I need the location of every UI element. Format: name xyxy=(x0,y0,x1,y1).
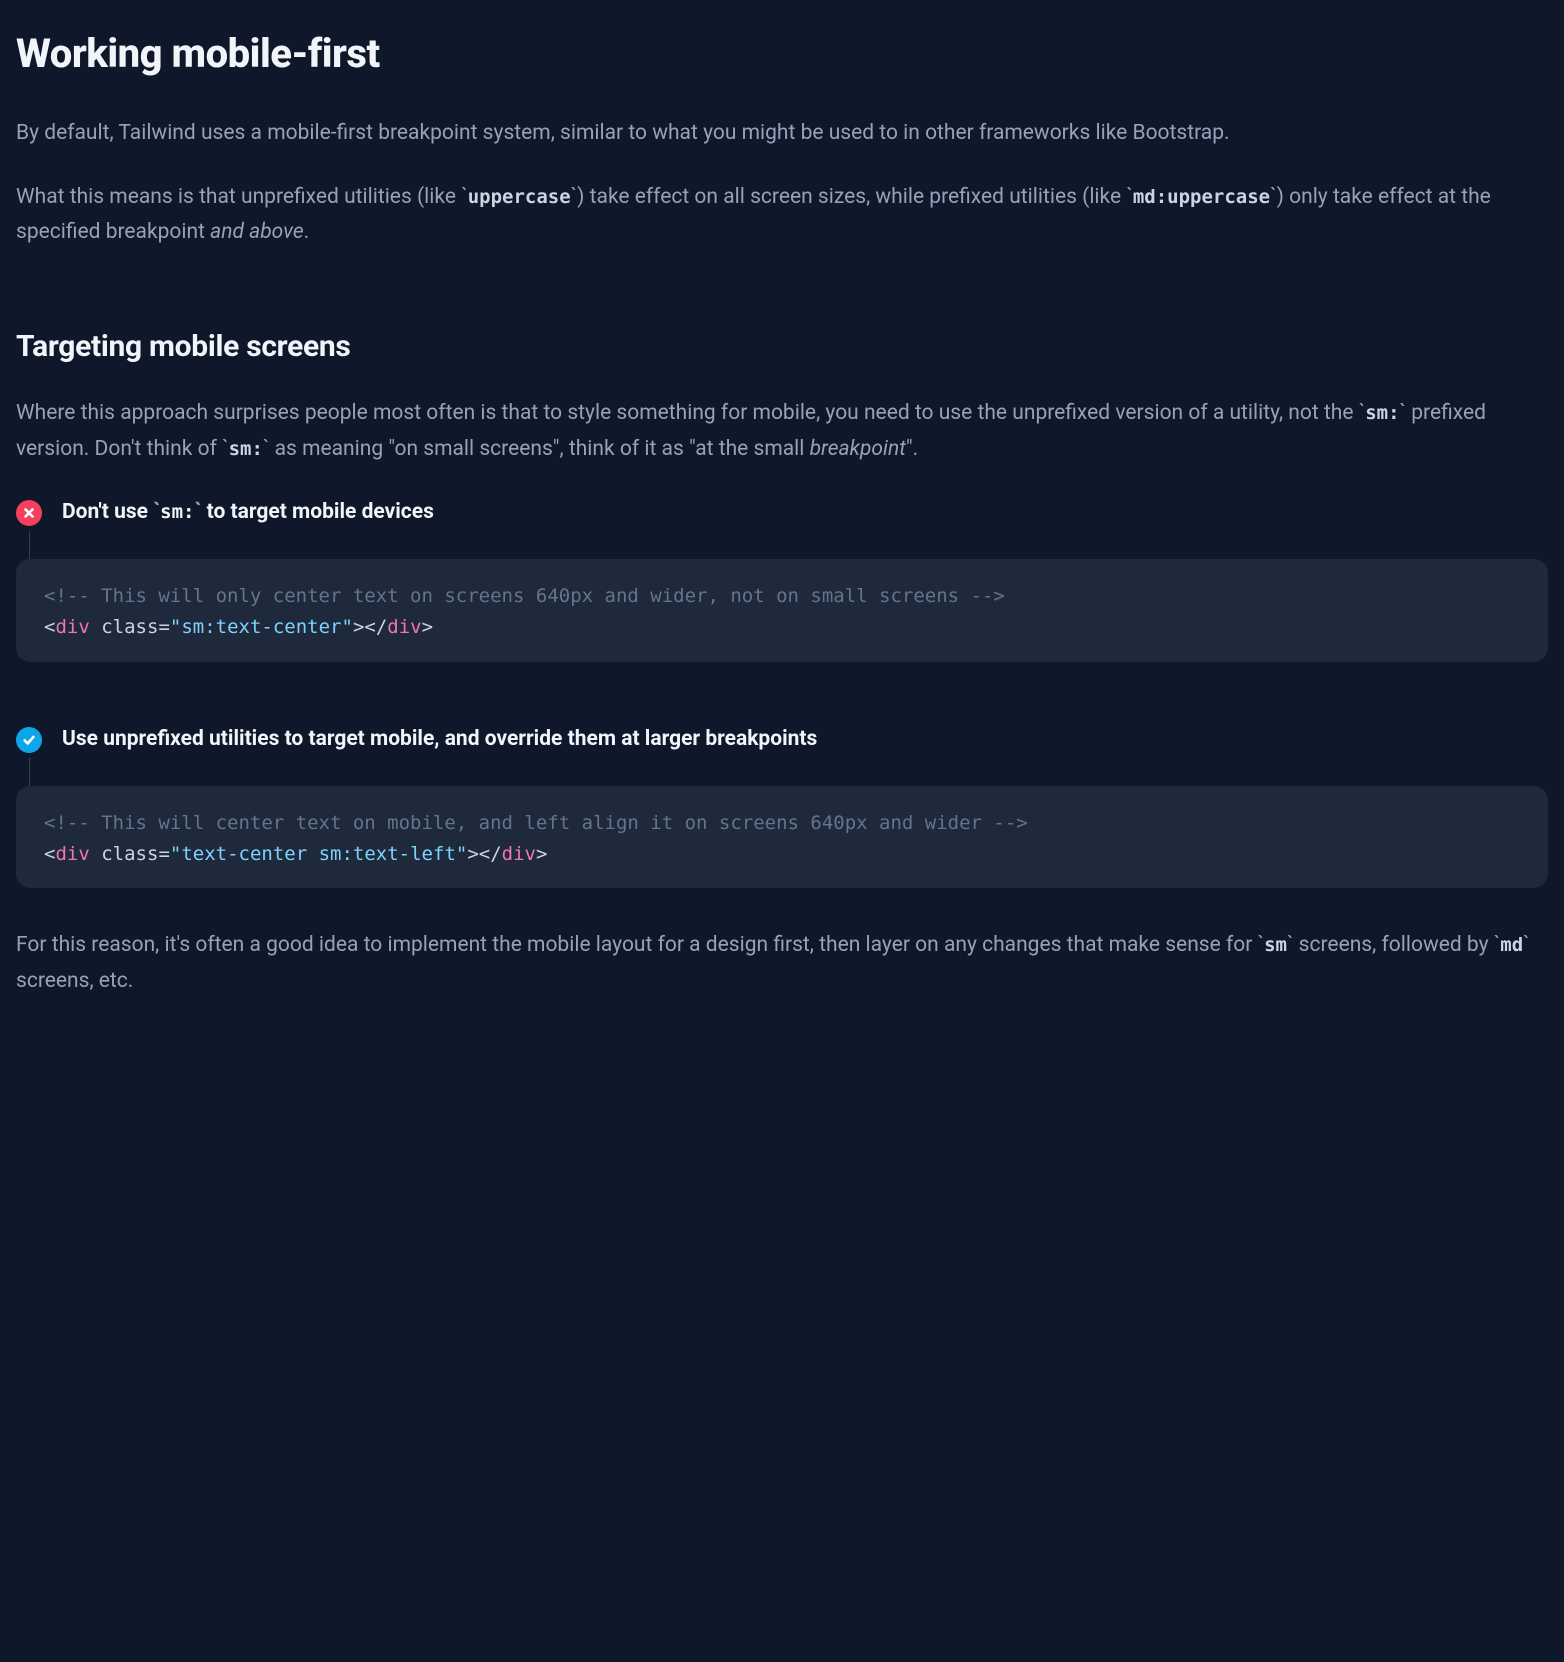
intro-paragraph-2: What this means is that unprefixed utili… xyxy=(16,180,1536,251)
sub-paragraph-1: Where this approach surprises people mos… xyxy=(16,396,1536,467)
heading-working-mobile-first: Working mobile-first xyxy=(16,20,1548,88)
code-tag-close: div xyxy=(387,616,421,638)
callout-do-header: Use unprefixed utilities to target mobil… xyxy=(16,722,1548,758)
code-tag: div xyxy=(55,616,89,638)
emphasis-breakpoint: breakpoint xyxy=(810,437,906,461)
inline-code-md-closing: md xyxy=(1500,934,1523,956)
callout-dont-header: Don't use `sm:` to target mobile devices xyxy=(16,495,1548,531)
callout-dont: Don't use `sm:` to target mobile devices… xyxy=(16,495,1548,661)
text-fragment: ". xyxy=(906,437,918,461)
code-comment: <!-- This will center text on mobile, an… xyxy=(44,812,1028,834)
connector-line xyxy=(29,758,30,786)
connector-line xyxy=(29,531,30,559)
closing-paragraph: For this reason, it's often a good idea … xyxy=(16,928,1536,999)
callout-do: Use unprefixed utilities to target mobil… xyxy=(16,722,1548,888)
inline-code-uppercase: uppercase xyxy=(468,186,571,208)
inline-code-sm-2: sm: xyxy=(229,438,263,460)
code-content-dont[interactable]: <!-- This will only center text on scree… xyxy=(16,581,1548,662)
text-fragment: For this reason, it's often a good idea … xyxy=(16,933,1258,957)
heading-targeting-mobile-screens: Targeting mobile screens xyxy=(16,321,1548,372)
x-icon xyxy=(16,500,42,526)
intro-paragraph-1: By default, Tailwind uses a mobile-first… xyxy=(16,116,1536,152)
text-fragment: ) take effect on all screen sizes, while… xyxy=(577,185,1126,209)
code-attr: class xyxy=(101,616,158,638)
text-fragment: screens, etc. xyxy=(16,969,133,993)
code-block-dont: <!-- This will only center text on scree… xyxy=(16,559,1548,662)
code-content-do[interactable]: <!-- This will center text on mobile, an… xyxy=(16,808,1548,889)
inline-code-sm-1: sm: xyxy=(1365,402,1399,424)
code-comment: <!-- This will only center text on scree… xyxy=(44,585,1005,607)
text-fragment: Don't use xyxy=(62,500,153,524)
emphasis-and-above: and above xyxy=(210,220,304,244)
text-fragment: screens, followed by xyxy=(1293,933,1493,957)
check-icon xyxy=(16,727,42,753)
text-fragment: What this means is that unprefixed utili… xyxy=(16,185,461,209)
callout-dont-title: Don't use `sm:` to target mobile devices xyxy=(62,495,434,531)
code-tag: div xyxy=(55,843,89,865)
callout-do-title: Use unprefixed utilities to target mobil… xyxy=(62,722,817,758)
text-fragment: Where this approach surprises people mos… xyxy=(16,401,1359,425)
inline-code-md-uppercase: md:uppercase xyxy=(1133,186,1270,208)
inline-code-sm-closing: sm xyxy=(1264,934,1287,956)
code-block-do: <!-- This will center text on mobile, an… xyxy=(16,786,1548,889)
code-string: text-center sm:text-left xyxy=(181,843,456,865)
inline-code-sm-title: sm: xyxy=(160,501,194,523)
code-string: sm:text-center xyxy=(181,616,341,638)
code-tag-close: div xyxy=(502,843,536,865)
text-fragment: to target mobile devices xyxy=(201,500,433,524)
code-attr: class xyxy=(101,843,158,865)
text-fragment: as meaning "on small screens", think of … xyxy=(269,437,809,461)
text-fragment: . xyxy=(304,220,310,244)
